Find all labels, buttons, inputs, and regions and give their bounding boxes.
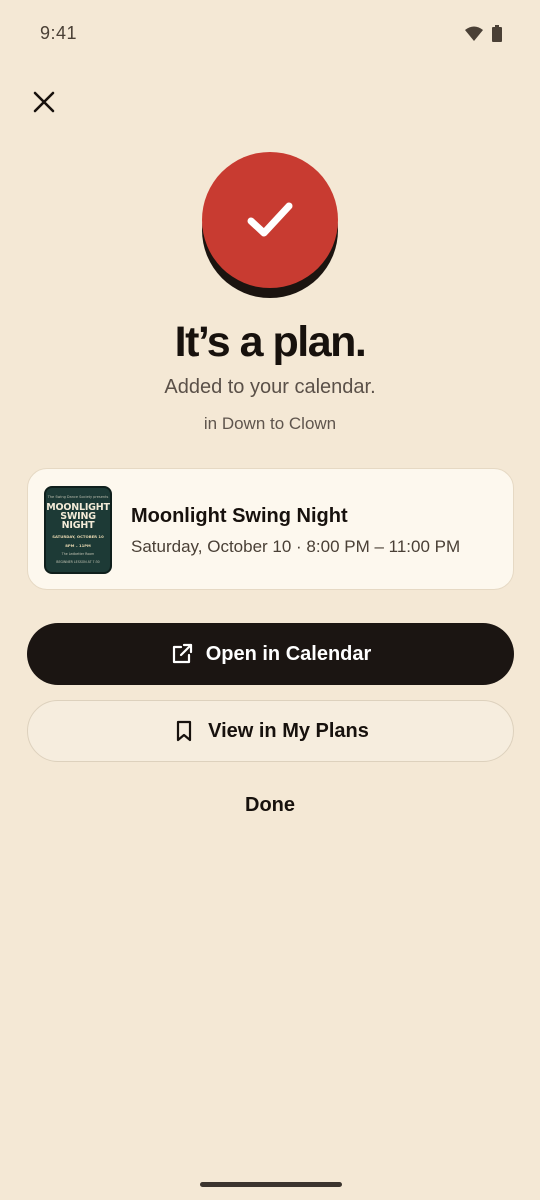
confirmation-subhead: Added to your calendar. bbox=[164, 376, 376, 398]
poster-title: MOONLIGHT SWING NIGHT bbox=[46, 502, 110, 531]
poster-venue: The Ledbetter Room bbox=[61, 552, 95, 556]
status-time: 9:41 bbox=[40, 23, 78, 43]
battery-icon bbox=[492, 25, 502, 42]
open-in-calendar-label: Open in Calendar bbox=[205, 642, 372, 665]
event-datetime: Saturday, October 10 · 8:00 PM – 11:00 P… bbox=[131, 537, 461, 556]
external-link-icon bbox=[170, 642, 194, 666]
close-button[interactable] bbox=[26, 84, 62, 120]
confirmation-headline: It’s a plan. bbox=[174, 318, 367, 366]
done-button[interactable]: Done bbox=[0, 794, 540, 817]
poster-date: SATURDAY, OCTOBER 10 bbox=[52, 534, 104, 539]
checkmark-icon bbox=[247, 202, 293, 237]
event-card[interactable]: The Swing Dance Society presents MOONLIG… bbox=[27, 468, 514, 590]
plan-confirmation-screen: 9:41 It’s a plan. Added to your calendar… bbox=[0, 0, 540, 1200]
group-label: in Down to Clown bbox=[203, 414, 337, 433]
event-poster: The Swing Dance Society presents MOONLIG… bbox=[44, 486, 112, 574]
home-indicator[interactable] bbox=[200, 1182, 342, 1187]
status-bar: 9:41 bbox=[0, 0, 540, 68]
success-badge bbox=[202, 152, 340, 298]
open-in-calendar-button[interactable]: Open in Calendar bbox=[27, 623, 514, 685]
badge-circle bbox=[202, 152, 338, 288]
wifi-icon bbox=[465, 26, 483, 41]
poster-note: BEGINNER LESSON AT 7:30 bbox=[56, 560, 100, 564]
poster-top-text: The Swing Dance Society presents bbox=[47, 495, 109, 499]
bookmark-icon bbox=[172, 719, 196, 743]
poster-time: 8PM – 11PM bbox=[65, 543, 91, 548]
view-in-my-plans-label: View in My Plans bbox=[208, 719, 369, 742]
event-title: Moonlight Swing Night bbox=[131, 505, 348, 527]
close-icon bbox=[33, 91, 55, 113]
view-in-my-plans-button[interactable]: View in My Plans bbox=[27, 700, 514, 762]
